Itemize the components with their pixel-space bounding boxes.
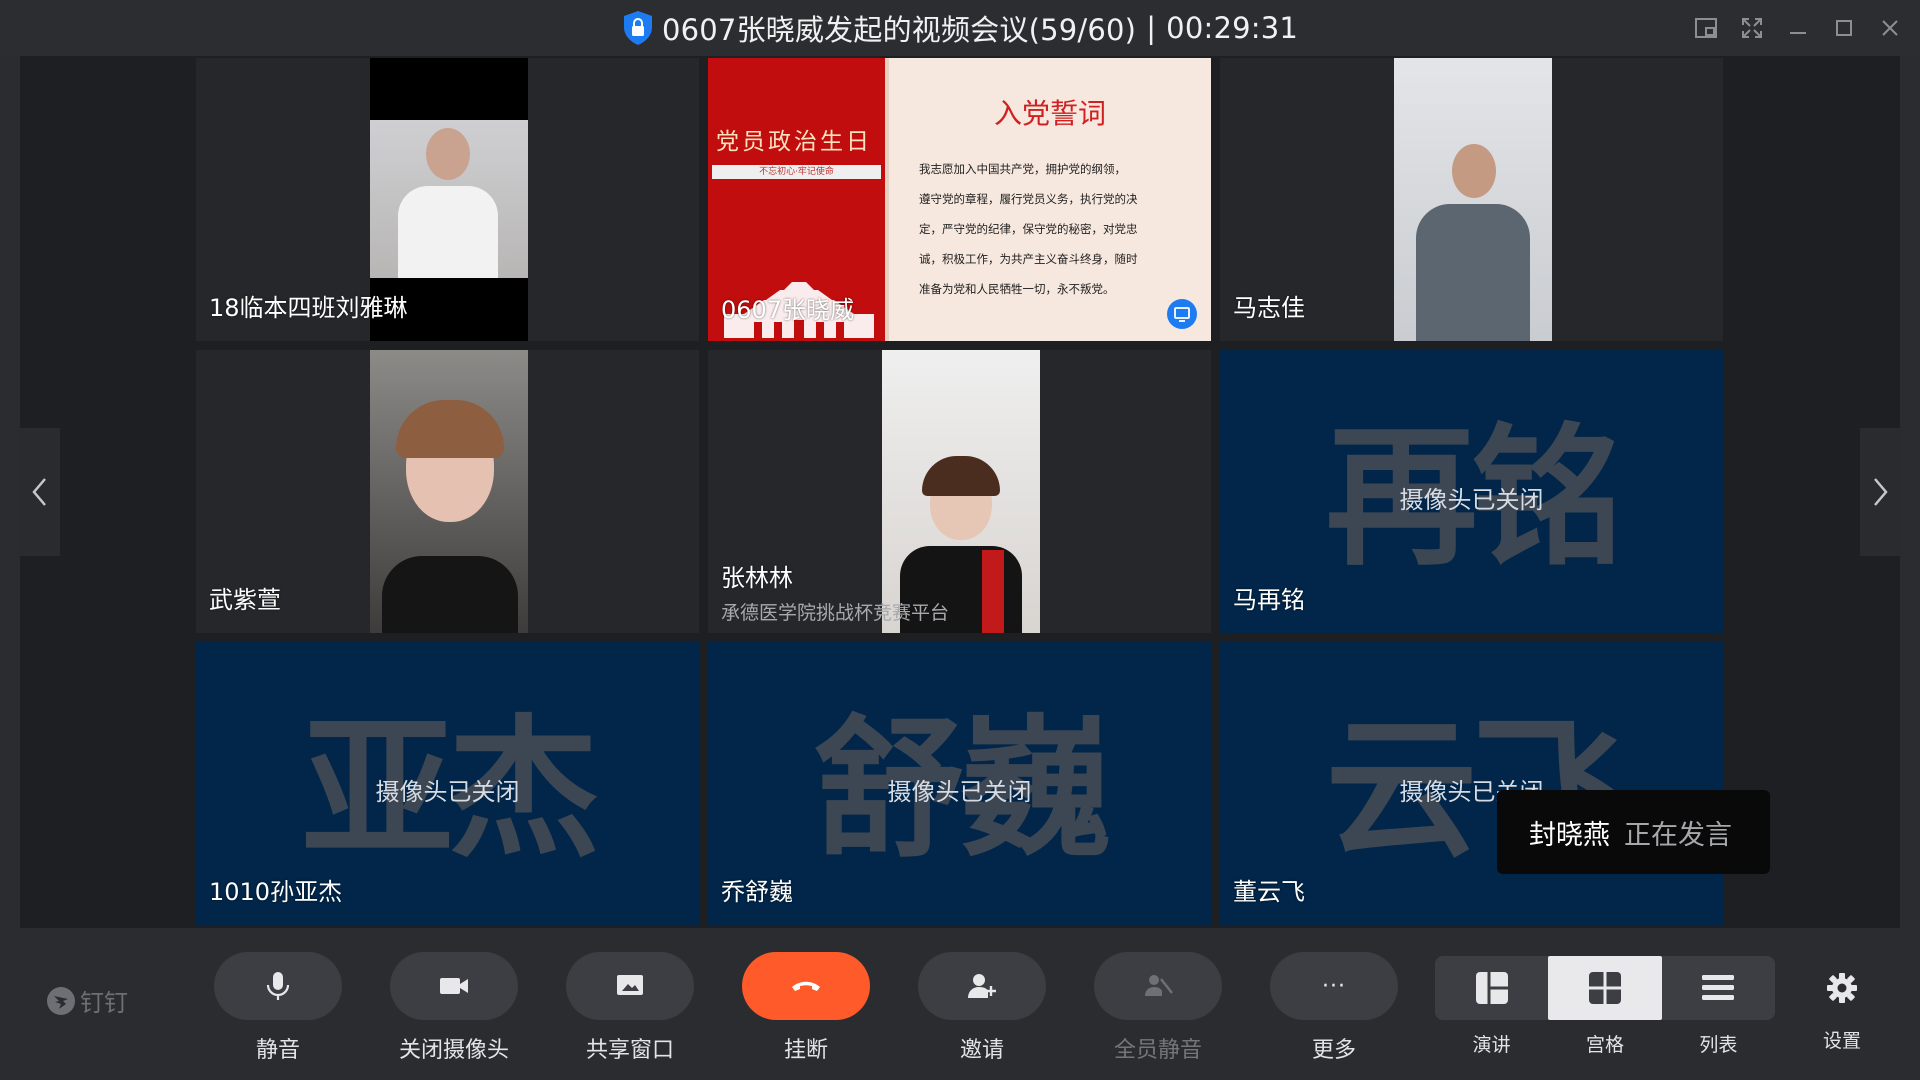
view-speaker-label: 演讲 bbox=[1472, 1034, 1511, 1056]
participant-video bbox=[882, 350, 1040, 633]
camera-off-label: 关闭摄像头 bbox=[398, 1038, 509, 1063]
pip-button[interactable] bbox=[1690, 10, 1722, 46]
hangup-phone-icon bbox=[792, 981, 820, 991]
participant-tile[interactable]: 再铭 摄像头已关闭 马再铭 bbox=[1220, 350, 1723, 633]
oath-line: 准备为党和人民牺牲一切，永不叛党。 bbox=[919, 282, 1115, 296]
close-button[interactable] bbox=[1874, 10, 1906, 46]
participant-tile[interactable]: 马志佳 bbox=[1220, 58, 1723, 341]
hangup-label: 挂断 bbox=[783, 1038, 828, 1063]
invite-label: 邀请 bbox=[959, 1038, 1004, 1063]
speaker-name: 封晓燕 bbox=[1529, 819, 1610, 851]
screen-share-tile[interactable]: 党员政治生日 不忘初心·牢记使命 0607张晓威 入党誓词 我志愿加入中国共产党… bbox=[708, 58, 1211, 341]
oath-line: 我志愿加入中国共产党，拥护党的纲领， bbox=[919, 162, 1126, 176]
view-list-label: 列表 bbox=[1699, 1034, 1738, 1056]
camera-off-label: 摄像头已关闭 bbox=[1399, 486, 1544, 514]
oath-text: 我志愿加入中国共产党，拥护党的纲领， 遵守党的章程，履行党员义务，执行党的决 定… bbox=[919, 154, 1191, 304]
close-icon bbox=[1882, 20, 1898, 36]
grid-layout-icon bbox=[1588, 972, 1621, 1004]
participant-tile[interactable]: 18临本四班刘雅琳 bbox=[196, 58, 699, 341]
participant-name: 1010孙亚杰 bbox=[209, 878, 343, 906]
fullscreen-icon bbox=[1742, 18, 1762, 38]
mute-all-label: 全员静音 bbox=[1113, 1038, 1202, 1063]
invite-button[interactable]: 邀请 bbox=[912, 952, 1052, 1064]
participant-org: 承德医学院挑战杯竞赛平台 bbox=[721, 602, 950, 624]
speaker-status: 正在发言 bbox=[1624, 819, 1732, 851]
layout-switcher bbox=[1435, 956, 1775, 1020]
title-separator: | bbox=[1146, 11, 1157, 45]
settings-button[interactable]: 设置 bbox=[1807, 972, 1877, 1053]
participant-video bbox=[370, 350, 528, 633]
more-label: 更多 bbox=[1311, 1038, 1356, 1063]
participant-name: 18临本四班刘雅琳 bbox=[209, 294, 408, 322]
participant-name: 0607张晓威 bbox=[721, 296, 855, 324]
participant-name: 乔舒巍 bbox=[721, 878, 793, 906]
participant-tile[interactable]: 张林林 承德医学院挑战杯竞赛平台 bbox=[708, 350, 1211, 633]
minimize-button[interactable] bbox=[1782, 10, 1814, 46]
camera-off-label: 摄像头已关闭 bbox=[375, 778, 520, 806]
slide-left-panel: 党员政治生日 不忘初心·牢记使命 0607张晓威 bbox=[708, 58, 885, 341]
meeting-toolbar: 钉钉 静音 关闭摄像头 共享窗口 挂断 邀请 全员静音 ··· 更多 演讲 宫格… bbox=[0, 928, 1920, 1080]
participant-video bbox=[1394, 58, 1552, 341]
active-speaker-toast: 封晓燕 正在发言 bbox=[1497, 790, 1770, 874]
prev-page-button[interactable] bbox=[20, 428, 60, 556]
participant-name: 马再铭 bbox=[1233, 586, 1305, 614]
camera-off-button[interactable]: 关闭摄像头 bbox=[384, 952, 524, 1064]
microphone-icon bbox=[266, 972, 290, 1000]
title-bar: 0607张晓威发起的视频会议(59/60) | 00:29:31 bbox=[0, 0, 1920, 56]
view-list-button[interactable] bbox=[1662, 956, 1775, 1020]
view-grid-button[interactable] bbox=[1548, 956, 1662, 1020]
participant-name: 张林林 bbox=[721, 564, 793, 592]
slide-heading: 入党誓词 bbox=[993, 97, 1106, 130]
add-user-icon bbox=[968, 974, 996, 998]
maximize-button[interactable] bbox=[1828, 10, 1860, 46]
view-speaker-button[interactable] bbox=[1435, 956, 1548, 1020]
mute-all-button[interactable]: 全员静音 bbox=[1088, 952, 1228, 1064]
share-screen-icon bbox=[1174, 307, 1190, 322]
share-window-label: 共享窗口 bbox=[585, 1038, 674, 1063]
speaker-layout-icon bbox=[1475, 972, 1508, 1004]
minimize-icon bbox=[1790, 32, 1806, 34]
brand-name: 钉钉 bbox=[80, 989, 128, 1017]
participant-tile[interactable]: 武紫萱 bbox=[196, 350, 699, 633]
share-window-button[interactable]: 共享窗口 bbox=[560, 952, 700, 1064]
meeting-title: 0607张晓威发起的视频会议(59/60) bbox=[661, 13, 1137, 47]
more-button[interactable]: ··· 更多 bbox=[1264, 952, 1404, 1064]
view-grid-label: 宫格 bbox=[1585, 1034, 1624, 1056]
share-window-icon bbox=[617, 975, 643, 995]
video-camera-icon bbox=[440, 978, 468, 994]
maximize-icon bbox=[1836, 20, 1852, 36]
mute-label: 静音 bbox=[255, 1038, 300, 1063]
participant-name: 马志佳 bbox=[1233, 294, 1305, 322]
participant-tile[interactable]: 亚杰 摄像头已关闭 1010孙亚杰 bbox=[196, 642, 699, 925]
sharing-indicator[interactable] bbox=[1167, 299, 1197, 329]
participant-name: 武紫萱 bbox=[209, 586, 281, 614]
slide-right-panel: 入党誓词 我志愿加入中国共产党，拥护党的纲领， 遵守党的章程，履行党员义务，执行… bbox=[885, 58, 1211, 341]
chevron-right-icon bbox=[1874, 478, 1888, 506]
picture-in-picture-icon bbox=[1695, 18, 1717, 38]
participant-tile[interactable]: 云飞 摄像头已关闭 董云飞 bbox=[1220, 642, 1723, 925]
settings-label: 设置 bbox=[1822, 1030, 1861, 1052]
meeting-timer: 00:29:31 bbox=[1166, 11, 1299, 45]
list-layout-icon bbox=[1702, 975, 1735, 1000]
camera-off-label: 摄像头已关闭 bbox=[887, 778, 1032, 806]
participant-name: 董云飞 bbox=[1233, 878, 1305, 906]
gear-icon bbox=[1827, 973, 1857, 1003]
oath-line: 诚，积极工作，为共产主义奋斗终身，随时 bbox=[919, 252, 1138, 266]
fullscreen-button[interactable] bbox=[1736, 10, 1768, 46]
mute-button[interactable]: 静音 bbox=[208, 952, 348, 1064]
dingtalk-brand: 钉钉 bbox=[46, 983, 128, 1018]
oath-line: 定，严守党的纪律，保守党的秘密，对党忠 bbox=[919, 222, 1138, 236]
hangup-button[interactable]: 挂断 bbox=[736, 952, 876, 1064]
chevron-left-icon bbox=[32, 478, 46, 506]
mute-all-icon bbox=[1145, 975, 1173, 996]
next-page-button[interactable] bbox=[1860, 428, 1900, 556]
participant-tile[interactable]: 舒巍 摄像头已关闭 乔舒巍 bbox=[708, 642, 1211, 925]
slide-left-title: 党员政治生日 bbox=[716, 129, 872, 155]
slide-band-text: 不忘初心·牢记使命 bbox=[759, 167, 834, 177]
dingtalk-logo-icon bbox=[47, 986, 75, 1015]
lock-shield-icon bbox=[623, 11, 652, 45]
oath-line: 遵守党的章程，履行党员义务，执行党的决 bbox=[919, 192, 1138, 206]
more-dots-icon: ··· bbox=[1322, 973, 1346, 999]
